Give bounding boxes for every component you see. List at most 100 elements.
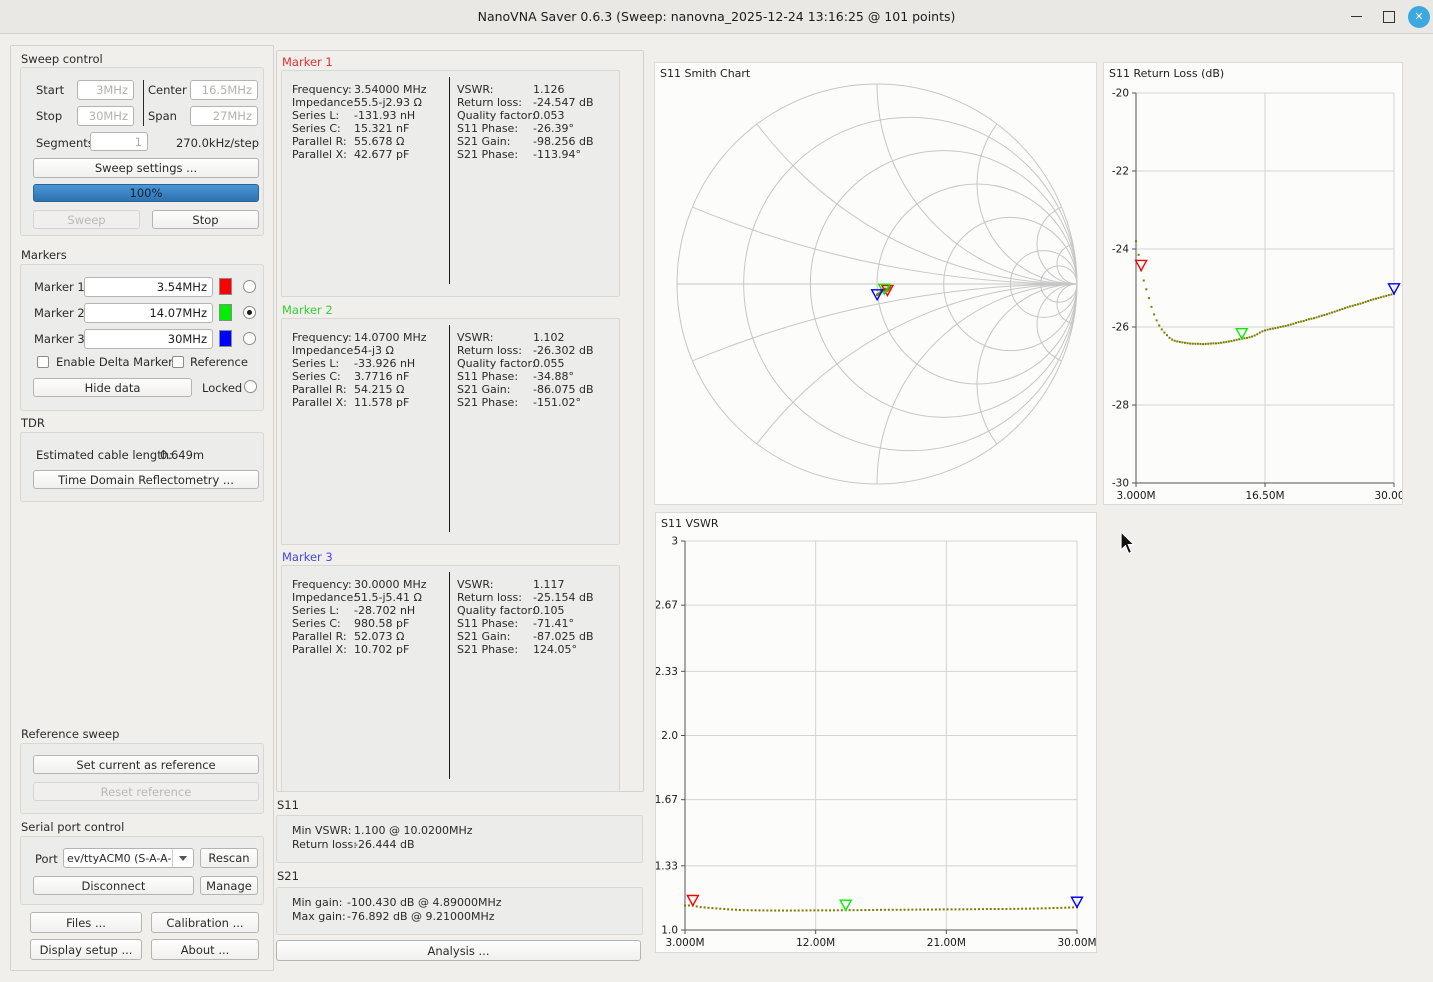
rescan-button[interactable]: Rescan (200, 848, 258, 868)
marker-1-right-column: VSWR:1.126 Return loss:-24.547 dB Qualit… (457, 83, 593, 161)
vswr-chart[interactable]: 32.672.332.01.671.331.03.000M12.00M21.00… (656, 513, 1096, 952)
svg-text:-22: -22 (1112, 166, 1129, 178)
enable-delta-marker-label: Enable Delta Marker (56, 353, 173, 371)
marker-2-details-title: Marker 2 (282, 303, 333, 317)
display-setup-button[interactable]: Display setup ... (30, 939, 142, 960)
svg-text:1.0: 1.0 (661, 925, 678, 937)
svg-text:1.67: 1.67 (656, 794, 678, 806)
s21-summary-box: Min gain:-100.430 dB @ 4.89000MHz Max ga… (276, 887, 643, 935)
marker-1-label: Marker 1 (34, 278, 85, 296)
segments-input[interactable] (90, 132, 148, 151)
hide-data-button[interactable]: Hide data (33, 378, 192, 397)
maximize-button[interactable] (1374, 0, 1404, 33)
stop-input[interactable] (77, 106, 134, 126)
minimize-icon (1351, 16, 1362, 18)
marker-2-right-column: VSWR:1.102 Return loss:-26.302 dB Qualit… (457, 331, 593, 409)
svg-text:-24: -24 (1112, 244, 1129, 256)
about-button[interactable]: About ... (151, 939, 259, 960)
marker-3-input[interactable] (84, 329, 213, 349)
s21-summary-title: S21 (277, 869, 299, 883)
locked-radio[interactable] (244, 380, 257, 393)
maximize-icon (1383, 11, 1395, 23)
locked-label: Locked (202, 379, 242, 397)
files-button[interactable]: Files ... (30, 912, 142, 933)
svg-text:2.67: 2.67 (656, 600, 678, 612)
marker-3-color-swatch[interactable] (219, 330, 232, 347)
marker-1-color-swatch[interactable] (219, 278, 232, 295)
serial-port-title: Serial port control (21, 820, 124, 834)
close-button[interactable]: ✕ (1404, 0, 1433, 33)
svg-text:12.00M: 12.00M (796, 937, 835, 949)
s11-summary-box: Min VSWR:1.100 @ 10.0200MHz Return loss:… (276, 815, 643, 863)
analysis-button[interactable]: Analysis ... (276, 940, 641, 961)
marker-1-input[interactable] (84, 277, 213, 297)
sweep-settings-button[interactable]: Sweep settings ... (33, 158, 259, 178)
calibration-button[interactable]: Calibration ... (151, 912, 259, 933)
svg-text:3: 3 (671, 536, 678, 548)
svg-text:2.33: 2.33 (656, 666, 678, 678)
port-select[interactable]: ev/ttyACM0 (S-A-A-2) (63, 848, 194, 868)
marker-2-label: Marker 2 (34, 304, 85, 322)
svg-text:-30: -30 (1112, 478, 1129, 490)
window-title: NanoVNA Saver 0.6.3 (Sweep: nanovna_2025… (0, 0, 1433, 33)
port-select-value: ev/ttyACM0 (S-A-A-2) (64, 852, 172, 865)
center-input[interactable] (190, 80, 258, 100)
sweep-column-divider (143, 80, 144, 126)
segments-label: Segments (36, 134, 94, 152)
reset-reference-button[interactable]: Reset reference (33, 782, 259, 801)
marker-2-details-divider (449, 325, 450, 532)
markers-title: Markers (21, 248, 67, 262)
marker-3-left-column: Frequency:30.0000 MHz Impedance:51.5-j5.… (292, 578, 427, 656)
marker-2-input[interactable] (84, 303, 213, 323)
tdr-button[interactable]: Time Domain Reflectometry ... (33, 470, 259, 489)
svg-text:1.33: 1.33 (656, 860, 678, 872)
start-input[interactable] (77, 80, 134, 100)
svg-text:30.00M: 30.00M (1057, 937, 1096, 949)
s11-summary-title: S11 (277, 798, 299, 812)
svg-text:16.50M: 16.50M (1245, 490, 1284, 502)
mouse-cursor (1120, 531, 1138, 556)
svg-text:-20: -20 (1112, 88, 1129, 100)
return-loss-chart[interactable]: -20-22-24-26-28-303.000M16.50M30.00M (1104, 63, 1402, 504)
marker-1-left-column: Frequency:3.54000 MHz Impedance:55.5-j2.… (292, 83, 427, 161)
disconnect-button[interactable]: Disconnect (33, 876, 194, 895)
marker-3-details-title: Marker 3 (282, 550, 333, 564)
enable-delta-marker-checkbox[interactable] (37, 356, 49, 368)
marker-2-details-box: Frequency:14.0700 MHz Impedance:54-j3 Ω … (281, 318, 620, 545)
stop-button[interactable]: Stop (152, 210, 259, 229)
close-icon: ✕ (1408, 6, 1430, 28)
smith-chart[interactable] (655, 63, 1096, 504)
application-window: NanoVNA Saver 0.6.3 (Sweep: nanovna_2025… (0, 0, 1433, 982)
marker-2-color-swatch[interactable] (219, 304, 232, 321)
minimize-button[interactable] (1341, 0, 1371, 33)
reference-checkbox-label: Reference (190, 353, 248, 371)
sweep-progress-bar: 100% (33, 184, 259, 202)
sweep-button[interactable]: Sweep (33, 210, 140, 229)
set-reference-button[interactable]: Set current as reference (33, 755, 259, 774)
marker-3-right-column: VSWR:1.117 Return loss:-25.154 dB Qualit… (457, 578, 593, 656)
svg-text:3.000M: 3.000M (665, 937, 704, 949)
span-label: Span (148, 107, 177, 125)
center-label: Center (148, 81, 187, 99)
tdr-group (20, 432, 264, 502)
reference-sweep-group (20, 743, 264, 814)
svg-text:-26: -26 (1112, 322, 1129, 334)
svg-text:30.00M: 30.00M (1374, 490, 1402, 502)
marker-3-details-box: Frequency:30.0000 MHz Impedance:51.5-j5.… (281, 565, 620, 792)
smith-chart-panel: S11 Smith Chart (654, 62, 1097, 505)
sweep-control-title: Sweep control (21, 52, 103, 66)
marker-3-radio[interactable] (243, 332, 256, 345)
stop-label: Stop (36, 107, 62, 125)
tdr-title: TDR (21, 416, 45, 430)
manage-button[interactable]: Manage (200, 876, 258, 895)
reference-checkbox[interactable] (172, 356, 184, 368)
marker-2-radio[interactable] (243, 306, 256, 319)
step-size-label: 270.0kHz/step (150, 134, 259, 152)
span-input[interactable] (190, 106, 258, 126)
marker-1-radio[interactable] (243, 280, 256, 293)
marker-3-label: Marker 3 (34, 330, 85, 348)
titlebar: NanoVNA Saver 0.6.3 (Sweep: nanovna_2025… (0, 0, 1433, 34)
svg-text:21.00M: 21.00M (927, 937, 966, 949)
start-label: Start (36, 81, 64, 99)
marker-1-details-title: Marker 1 (282, 55, 333, 69)
